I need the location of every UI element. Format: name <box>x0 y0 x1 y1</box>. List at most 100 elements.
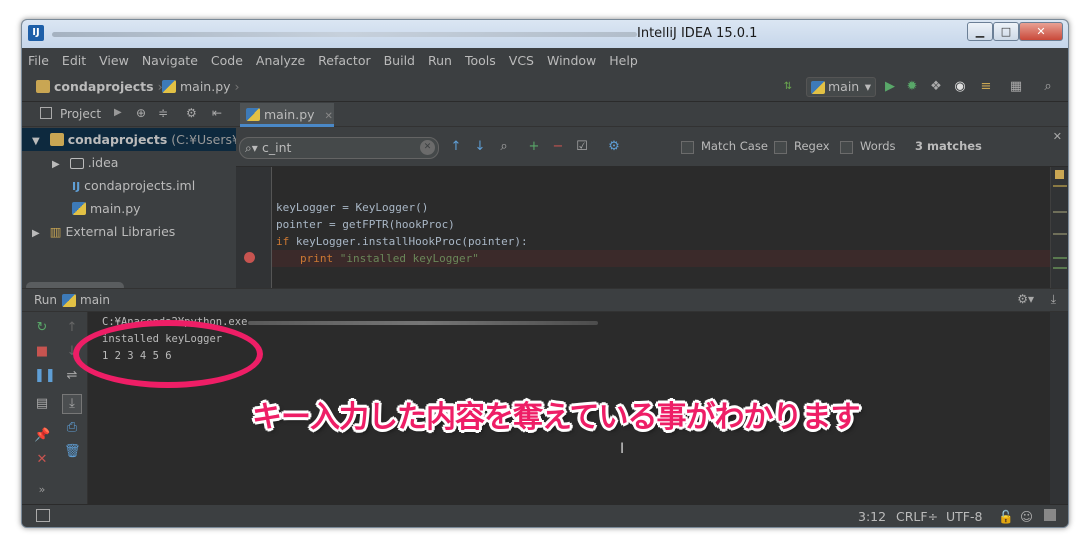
menu-refactor[interactable]: Refactor <box>318 53 370 68</box>
analysis-status-icon <box>1055 170 1064 179</box>
up-arrow-icon[interactable]: ↑ <box>64 320 80 336</box>
tool-windows-icon[interactable] <box>36 509 50 522</box>
inspector-icon[interactable]: ☺ <box>1020 509 1033 524</box>
match-case-checkbox[interactable] <box>681 141 694 154</box>
menu-tools[interactable]: Tools <box>465 53 496 68</box>
stop-icon[interactable]: ■ <box>34 344 50 360</box>
menu-view[interactable]: View <box>99 53 129 68</box>
editor-tab-bar: main.py ✕ <box>236 103 1068 127</box>
hide-icon[interactable]: ⇤ <box>212 106 222 120</box>
file-encoding[interactable]: UTF-8 <box>946 509 982 524</box>
python-file-icon <box>162 80 176 93</box>
gear-icon[interactable]: ⚙ <box>186 106 197 120</box>
run-panel-header: Run main ⚙▾ ⤓ <box>22 288 1068 312</box>
event-log-icon[interactable] <box>1044 509 1056 521</box>
maximize-button[interactable]: □ <box>993 22 1019 41</box>
run-icon[interactable]: ▶ <box>882 79 898 95</box>
chevron-right-icon: › <box>234 79 240 94</box>
search-everywhere-icon[interactable]: ⌕ <box>1040 79 1056 95</box>
breadcrumb-project[interactable]: condaprojects › <box>36 79 163 94</box>
next-occurrence-icon[interactable]: ↓ <box>472 139 488 155</box>
line-separator[interactable]: CRLF÷ <box>896 509 938 524</box>
coverage-icon[interactable]: ❖ <box>928 79 944 95</box>
menu-analyze[interactable]: Analyze <box>256 53 305 68</box>
menu-run[interactable]: Run <box>428 53 452 68</box>
pause-icon[interactable]: ❚❚ <box>34 368 56 384</box>
pin-icon[interactable]: 📌 <box>34 428 50 444</box>
clear-search-icon[interactable]: ✕ <box>420 140 435 155</box>
dump-threads-icon[interactable]: ▤ <box>34 396 50 412</box>
run-config-name[interactable]: main <box>80 293 110 307</box>
lock-icon[interactable]: 🔓 <box>998 509 1014 525</box>
previous-occurrence-icon[interactable]: ↑ <box>448 139 464 155</box>
soft-wrap-icon[interactable]: ⇌ <box>64 368 80 384</box>
gear-icon[interactable]: ⚙▾ <box>1017 292 1034 306</box>
window-title: IntelliJ IDEA 15.0.1 <box>637 26 758 41</box>
close-button[interactable]: ✕ <box>1019 22 1063 41</box>
tree-item-main-py[interactable]: main.py <box>22 197 236 220</box>
tree-item-idea[interactable]: ▶ .idea <box>22 151 236 174</box>
add-selection-icon[interactable]: + <box>526 139 542 155</box>
tab-main-py[interactable]: main.py ✕ <box>240 103 334 127</box>
breakpoint-icon[interactable] <box>244 252 255 263</box>
menu-build[interactable]: Build <box>384 53 415 68</box>
error-stripe-mark <box>1053 185 1067 187</box>
run-config-select[interactable]: main ▾ <box>806 77 876 97</box>
close-icon[interactable]: ✕ <box>34 452 50 468</box>
regex-checkbox[interactable] <box>774 141 787 154</box>
remove-selection-icon[interactable]: − <box>550 139 566 155</box>
error-stripe-mark <box>1053 267 1067 269</box>
code-line: keyLogger = KeyLogger() <box>276 201 429 214</box>
menu-edit[interactable]: Edit <box>62 53 86 68</box>
regex-label: Regex <box>794 139 830 153</box>
navigation-bar: condaprojects › main.py › ⇅ main ▾ ▶ ✹ ❖… <box>22 72 1068 102</box>
target-icon[interactable]: ⊕ <box>136 106 146 120</box>
tree-item-external-libraries[interactable]: ▶ ▥ External Libraries <box>22 220 236 243</box>
settings-gear-icon[interactable]: ⚙ <box>606 139 622 155</box>
close-tab-icon[interactable]: ✕ <box>325 111 333 122</box>
menu-vcs[interactable]: VCS <box>509 53 534 68</box>
select-all-occurrences-icon[interactable]: ☑ <box>574 139 590 155</box>
print-icon[interactable]: ⎙ <box>64 420 80 436</box>
folder-icon <box>69 158 84 169</box>
caret-position[interactable]: 3:12 <box>858 509 886 524</box>
collapse-arrow-icon: ▶ <box>32 228 40 239</box>
text-cursor-icon: I <box>620 441 625 457</box>
menu-window[interactable]: Window <box>547 53 596 68</box>
menu-code[interactable]: Code <box>211 53 243 68</box>
more-icon[interactable]: » <box>34 482 50 498</box>
sort-binary-icon[interactable]: ⇅ <box>780 79 796 95</box>
blurred-path <box>52 32 637 37</box>
profile-icon[interactable]: ◉ <box>952 79 968 95</box>
words-checkbox[interactable] <box>840 141 853 154</box>
clear-all-icon[interactable]: 🗑 <box>64 444 81 460</box>
editor-error-stripe[interactable] <box>1050 167 1068 288</box>
structure-icon[interactable]: ▦ <box>1008 79 1024 95</box>
collapse-arrow-icon: ▶ <box>52 159 60 170</box>
console-scrollbar[interactable] <box>1050 312 1068 504</box>
status-bar: 3:12 CRLF÷ UTF-8 🔓 ☺ <box>22 504 1068 527</box>
chevron-right-icon[interactable]: ▶ <box>114 107 122 118</box>
run-list-icon[interactable]: ≡ <box>978 79 994 95</box>
project-panel-title[interactable]: Project <box>60 107 101 121</box>
menu-navigate[interactable]: Navigate <box>142 53 198 68</box>
menu-file[interactable]: File <box>28 53 49 68</box>
tree-item-condaprojects[interactable]: ▼ condaprojects (C:¥Users¥y <box>22 128 236 151</box>
find-all-icon[interactable]: ⌕ <box>496 139 512 155</box>
debug-icon[interactable]: ✹ <box>904 79 920 95</box>
minimize-button[interactable]: ▁ <box>967 22 993 41</box>
error-stripe-mark <box>1053 211 1067 213</box>
code-editor[interactable]: keyLogger = KeyLogger() pointer = getFPT… <box>236 167 1068 288</box>
scroll-to-end-icon[interactable]: ⤓ <box>62 394 82 414</box>
menu-help[interactable]: Help <box>609 53 638 68</box>
tree-item-iml[interactable]: IJ condaprojects.iml <box>22 174 236 197</box>
close-find-icon[interactable]: ✕ <box>1053 130 1062 143</box>
search-input[interactable]: ⌕▾ c_int ✕ <box>239 137 439 159</box>
hide-panel-icon[interactable]: ⤓ <box>1051 292 1056 307</box>
rerun-icon[interactable]: ↻ <box>34 320 50 336</box>
project-folder-icon <box>49 133 64 146</box>
breadcrumb-file[interactable]: main.py › <box>162 79 240 94</box>
collapse-icon[interactable]: ≑ <box>158 106 168 120</box>
ide-window: IJ IntelliJ IDEA 15.0.1 ▁ □ ✕ File Edit … <box>21 19 1069 528</box>
title-bar: IJ IntelliJ IDEA 15.0.1 ▁ □ ✕ <box>22 20 1068 48</box>
